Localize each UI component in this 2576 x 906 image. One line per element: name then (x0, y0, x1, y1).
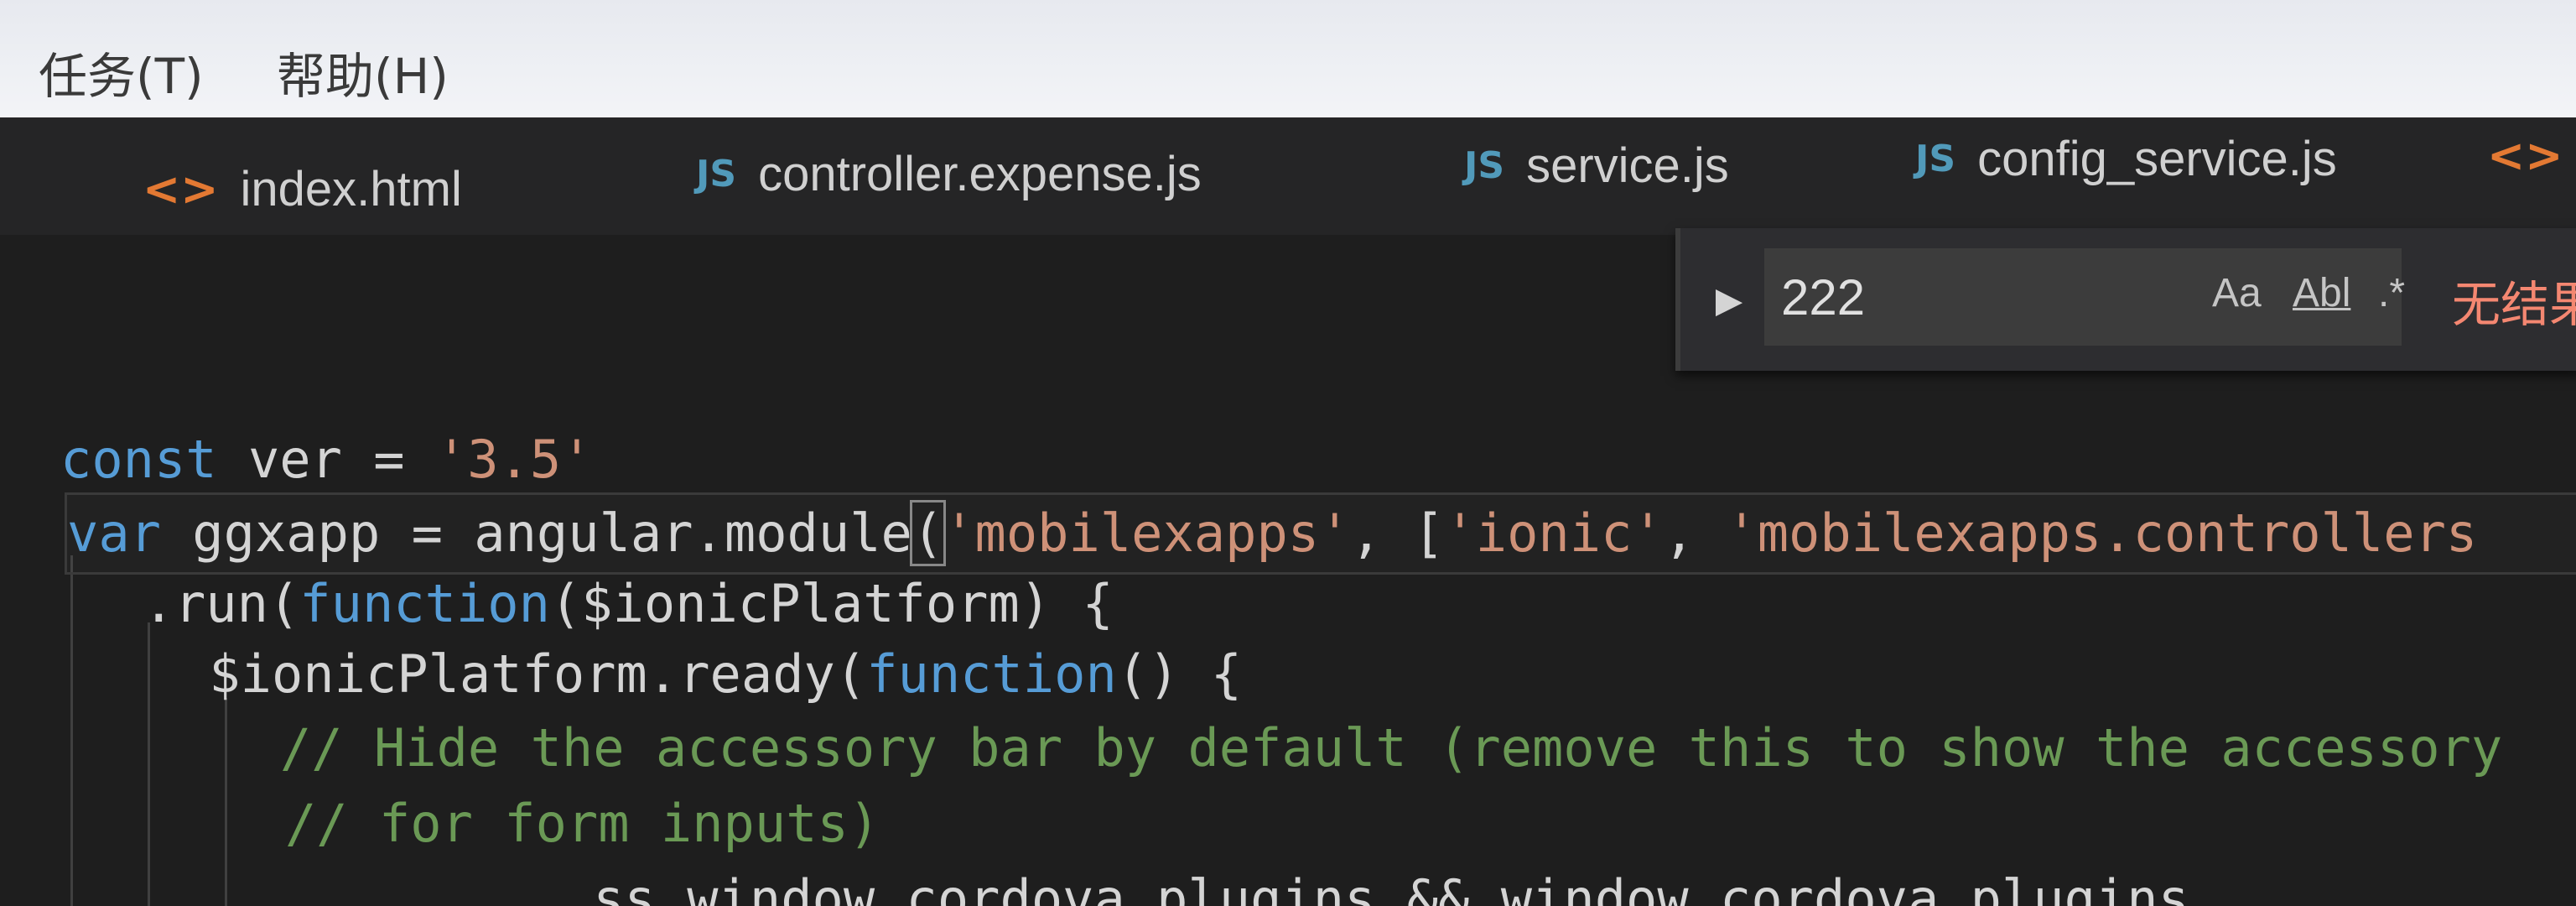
bracket-match: ( (909, 500, 947, 566)
identifier: ver (216, 429, 342, 490)
punctuation: , (1663, 502, 1727, 564)
code-text: ($ionicPlatform) { (549, 573, 1114, 634)
menu-help[interactable]: 帮助(H) (277, 37, 449, 107)
js-file-icon: JS (1915, 137, 1956, 180)
code-line-3: .run(function($ionicPlatform) { (80, 565, 2576, 643)
code-line-7: ss window.cordova.plugins && window.cord… (92, 861, 2576, 906)
keyword: var (67, 502, 161, 564)
code-line-2: var ggxapp = angular.module('mobilexapps… (65, 492, 2576, 575)
match-case-button[interactable]: Aa (2212, 270, 2262, 316)
code-line-4: $ionicPlatform.ready(function() { (84, 636, 2576, 713)
menu-bar: 任务(T) 帮助(H) (0, 0, 2576, 117)
tab-label: service.js (1526, 138, 1729, 193)
tab-service-js[interactable]: JS service.js (1464, 128, 1729, 203)
editor-tab-bar: <> index.html JS controller.expense.js J… (0, 117, 2576, 235)
find-widget: ▶ Aa Abl .* 无结果 (1675, 228, 2576, 371)
html-file-icon: <> (143, 162, 219, 216)
tab-config-service-js[interactable]: JS config_service.js (1915, 121, 2337, 196)
find-result-status: 无结果 (2452, 276, 2576, 333)
tab-controller-expense-js[interactable]: JS controller.expense.js (696, 136, 1202, 211)
comment: // Hide the accessory bar by default (re… (92, 717, 2503, 778)
code-line-1: const ver = '3.5' (60, 421, 2576, 498)
comment: // for form inputs) (97, 793, 880, 854)
toggle-replace-icon[interactable]: ▶ (1702, 262, 1756, 337)
js-file-icon: JS (1464, 143, 1505, 187)
menu-tasks[interactable]: 任务(T) (39, 37, 204, 107)
string-literal: 'mobilexapps' (943, 502, 1351, 564)
keyword: function (299, 573, 550, 634)
regex-button[interactable]: .* (2378, 270, 2405, 316)
operator: = (380, 502, 475, 564)
js-file-icon: JS (696, 152, 737, 195)
keyword: function (866, 643, 1117, 705)
identifier: ggxapp (160, 502, 381, 564)
code-line-6: // for form inputs) (97, 785, 2576, 862)
tab-partial[interactable]: <> e (2487, 117, 2576, 193)
code-text: $ionicPlatform.ready( (84, 643, 867, 705)
string-literal: '3.5' (435, 429, 593, 490)
code-text: () { (1116, 643, 1243, 705)
tab-label: controller.expense.js (758, 146, 1202, 201)
indent-guide (70, 555, 73, 906)
string-literal: 'mobilexapps.controllers (1726, 502, 2478, 564)
code-line-5: // Hide the accessory bar by default (re… (92, 710, 2576, 787)
code-text: ss window.cordova.plugins && window.cord… (92, 868, 2221, 906)
tab-label: config_service.js (1977, 131, 2337, 186)
punctuation: , [ (1350, 502, 1445, 564)
html-file-icon: <> (2487, 128, 2563, 182)
tab-label: index.html (240, 161, 462, 216)
operator: = (341, 429, 436, 490)
string-literal: 'ionic' (1444, 502, 1664, 564)
keyword: const (60, 429, 217, 490)
member-call: angular.module (474, 502, 912, 564)
whole-word-button[interactable]: Abl (2293, 270, 2350, 316)
vscode-window: 任务(T) 帮助(H) <> index.html JS controller.… (0, 0, 2576, 906)
tab-index-html[interactable]: <> index.html (143, 151, 462, 226)
code-text: .run( (80, 573, 300, 634)
code-editor[interactable]: const ver = '3.5' var ggxapp = angular.m… (0, 371, 2576, 906)
